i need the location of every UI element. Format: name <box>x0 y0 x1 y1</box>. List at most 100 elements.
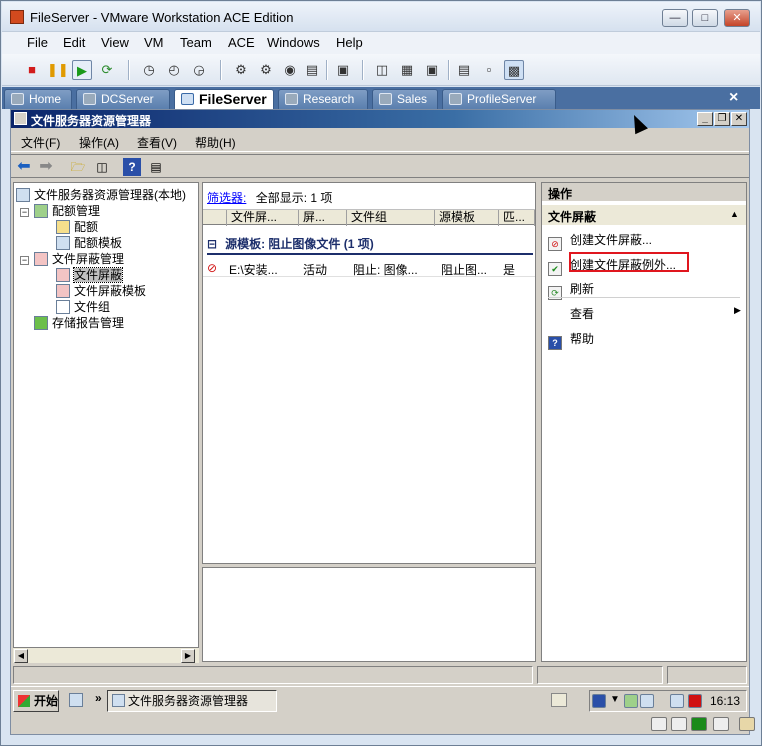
tab-sales[interactable]: Sales <box>372 89 438 109</box>
maximize-button[interactable]: □ <box>692 9 718 27</box>
quick-switch-icon[interactable]: ▦ <box>397 60 417 80</box>
menu-view[interactable]: View <box>101 35 129 50</box>
mmc-menu-file[interactable]: 文件(F) <box>21 134 60 151</box>
menu-vm[interactable]: VM <box>144 35 164 50</box>
scroll-left-arrow-icon[interactable]: ◀ <box>14 649 28 663</box>
column-header-status[interactable]: 屏... <box>299 210 347 226</box>
menu-ace[interactable]: ACE <box>228 35 255 50</box>
tree-file-groups[interactable]: 文件组 <box>56 298 110 315</box>
tree-quota-templates[interactable]: 配额模板 <box>56 234 122 251</box>
tab-profileserver[interactable]: ProfileServer <box>442 89 556 109</box>
menu-windows[interactable]: Windows <box>267 35 320 50</box>
taskbar-item-file-server-manager[interactable]: 文件服务器资源管理器 <box>107 690 277 712</box>
forward-arrow-icon[interactable]: ➡ <box>37 158 55 176</box>
usb-icon[interactable] <box>713 717 729 731</box>
quick-launch-server-icon[interactable] <box>69 693 83 707</box>
power-off-icon[interactable]: ■ <box>22 60 42 80</box>
tray-expand-icon[interactable]: ▼ <box>610 694 624 708</box>
help-icon[interactable]: ? <box>123 158 141 176</box>
team-power-icon[interactable]: ⚙ <box>231 60 251 80</box>
full-screen-icon[interactable]: ▣ <box>422 60 442 80</box>
actions-section-header[interactable]: 文件屏蔽 <box>542 205 746 225</box>
pause-icon[interactable]: ❚❚ <box>47 60 69 80</box>
action-view[interactable]: 查看 <box>570 305 594 322</box>
mmc-menu-action[interactable]: 操作(A) <box>79 134 119 151</box>
menu-help[interactable]: Help <box>336 35 363 50</box>
vmware-menubar: File Edit View VM Team ACE Windows Help <box>2 32 760 54</box>
show-hide-action-pane-icon[interactable]: ▤ <box>147 158 165 176</box>
group-header[interactable]: ⊟ 源模板: 阻止图像文件 (1 项) <box>207 235 533 255</box>
mmc-restore-button[interactable]: ❐ <box>714 112 730 126</box>
group-collapse-icon[interactable]: ⊟ <box>207 237 217 251</box>
collapse-toggle[interactable]: − <box>20 256 29 265</box>
network-adapter-icon[interactable] <box>691 717 707 731</box>
filter-link[interactable]: 筛选器: <box>207 191 246 205</box>
tab-fileserver[interactable]: FileServer <box>174 89 274 110</box>
close-button[interactable]: ✕ <box>724 9 750 27</box>
column-header-source-template[interactable]: 源模板 <box>435 210 499 226</box>
team-settings-icon[interactable]: ▤ <box>302 60 322 80</box>
scroll-right-arrow-icon[interactable]: ▶ <box>181 649 195 663</box>
network-icon[interactable] <box>624 694 638 708</box>
close-tab-icon[interactable]: × <box>729 89 738 107</box>
summary-view-icon[interactable]: ▤ <box>454 60 474 80</box>
collapse-toggle[interactable]: − <box>20 208 29 217</box>
quick-launch-chevron[interactable]: » <box>95 691 102 705</box>
up-folder-icon[interactable]: 🗁 <box>69 158 87 176</box>
action-label: 帮助 <box>570 332 595 346</box>
snapshot-manager-icon[interactable]: ◶ <box>189 60 209 80</box>
action-create-file-screen[interactable]: ⊘ 创建文件屏蔽... <box>548 231 652 251</box>
column-header-path[interactable]: 文件屏... <box>227 210 299 226</box>
mmc-minimize-button[interactable]: _ <box>697 112 713 126</box>
show-hide-tree-icon[interactable]: ◫ <box>93 158 111 176</box>
appliance-view-icon[interactable]: ▫ <box>479 60 499 80</box>
menu-team[interactable]: Team <box>180 35 212 50</box>
revert-snapshot-icon[interactable]: ◴ <box>164 60 184 80</box>
tab-home[interactable]: Home <box>4 89 72 109</box>
mmc-close-button[interactable]: ✕ <box>731 112 747 126</box>
tree-file-screens[interactable]: 文件屏蔽 <box>56 266 124 283</box>
menu-edit[interactable]: Edit <box>63 35 85 50</box>
power-on-icon[interactable]: ▶ <box>72 60 92 80</box>
minimize-button[interactable]: — <box>662 9 688 27</box>
vmware-tools-icon[interactable] <box>670 694 684 708</box>
table-row[interactable]: ⊘ E:\安装... 活动 阻止: 图像... 阻止图... 是 <box>203 259 535 277</box>
security-alert-icon[interactable] <box>688 694 702 708</box>
console-view-icon[interactable]: ▩ <box>504 60 524 80</box>
sidebar-view-icon[interactable]: ◫ <box>372 60 392 80</box>
messages-icon[interactable] <box>739 717 755 731</box>
tab-research[interactable]: Research <box>278 89 368 109</box>
cd-rom-icon[interactable] <box>671 717 687 731</box>
back-arrow-icon[interactable]: ⬅ <box>15 158 33 176</box>
help-tray-icon[interactable] <box>592 694 606 708</box>
tree-file-screening-management[interactable]: − 文件屏蔽管理 <box>20 250 124 267</box>
hard-disk-icon[interactable] <box>651 717 667 731</box>
tree-label: 存储报告管理 <box>52 316 125 330</box>
network-connection-icon[interactable] <box>640 694 654 708</box>
tree-quotas[interactable]: 配额 <box>56 218 98 235</box>
group-label: 源模板: 阻止图像文件 (1 项) <box>225 237 374 251</box>
tree-root[interactable]: 文件服务器资源管理器(本地) <box>16 186 186 203</box>
tree-file-screen-templates[interactable]: 文件屏蔽模板 <box>56 282 146 299</box>
action-help[interactable]: ? 帮助 <box>548 330 594 350</box>
snapshot-icon[interactable]: ◷ <box>139 60 159 80</box>
tree-storage-reports[interactable]: 存储报告管理 <box>34 314 124 331</box>
team-snapshot-icon[interactable]: ◉ <box>280 60 300 80</box>
tree-horizontal-scrollbar[interactable]: ◀ ▶ <box>13 647 199 663</box>
mmc-menu-view[interactable]: 查看(V) <box>137 134 177 151</box>
collapse-caret-icon[interactable]: ▲ <box>730 209 739 219</box>
keyboard-icon[interactable] <box>551 693 567 707</box>
toolbar-separator <box>220 60 222 80</box>
column-header-match[interactable]: 匹... <box>499 210 535 226</box>
console-icon[interactable]: ▣ <box>333 60 353 80</box>
column-header-file-group[interactable]: 文件组 <box>347 210 435 226</box>
help-icon: ? <box>548 336 562 350</box>
column-header-icon[interactable] <box>203 210 227 226</box>
team-pause-icon[interactable]: ⚙ <box>256 60 276 80</box>
start-button[interactable]: 开始 <box>13 690 59 712</box>
mmc-menu-help[interactable]: 帮助(H) <box>195 134 236 151</box>
menu-file[interactable]: File <box>27 35 48 50</box>
reset-icon[interactable]: ⟳ <box>97 60 117 80</box>
tree-quota-management[interactable]: − 配额管理 <box>20 202 100 219</box>
tab-dcserver[interactable]: DCServer <box>76 89 170 109</box>
